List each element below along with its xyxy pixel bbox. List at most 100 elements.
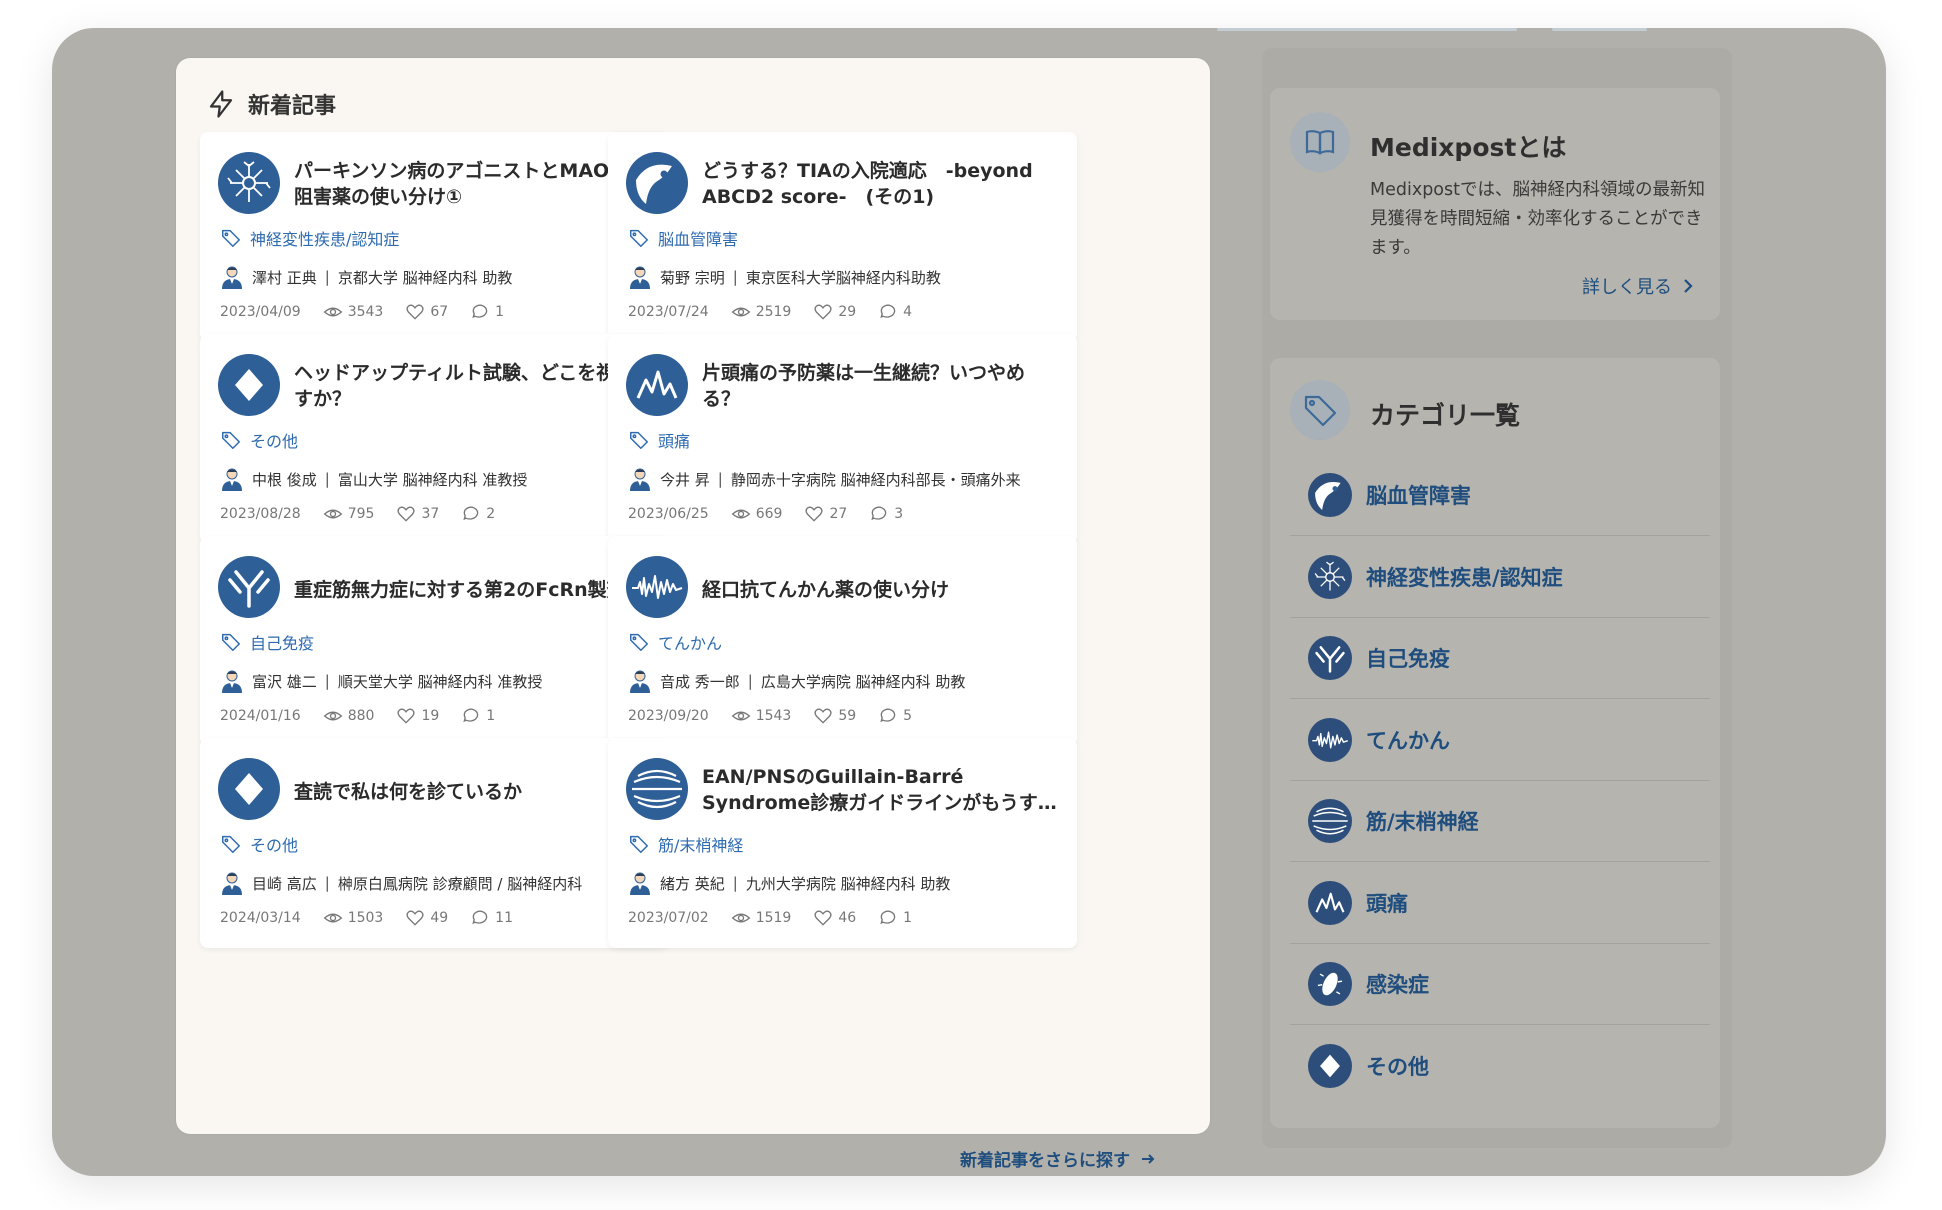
article-title[interactable]: 重症筋無力症に対する第2のFcRn製剤	[294, 577, 649, 603]
eye-icon	[323, 307, 343, 317]
separator: |	[717, 470, 723, 488]
category-badge	[626, 556, 688, 618]
article-date: 2023/08/28	[220, 506, 301, 522]
category-item[interactable]: 神経変性疾患/認知症	[1290, 537, 1710, 618]
bacteria-icon	[1317, 972, 1343, 996]
views-count: 1543	[731, 706, 791, 726]
category-item[interactable]: てんかん	[1290, 700, 1710, 781]
avatar	[630, 266, 650, 289]
comment-icon	[463, 708, 479, 723]
heart-icon	[814, 304, 832, 320]
category-item[interactable]: 頭痛	[1290, 863, 1710, 944]
article-title[interactable]: 片頭痛の予防薬は一生継続？いつやめる？	[702, 360, 1057, 412]
book-icon	[1290, 112, 1350, 172]
category-label: 神経変性疾患/認知症	[1366, 565, 1563, 590]
avatar	[222, 872, 242, 895]
eye-icon	[323, 509, 343, 519]
tag-icon	[222, 835, 240, 853]
heart-icon	[406, 910, 424, 926]
views-count: 669	[731, 504, 783, 524]
article-title[interactable]: どうする？TIAの入院適応 -beyond ABCD2 score- (その1)	[702, 158, 1057, 210]
article-tag[interactable]: 頭痛	[628, 428, 690, 452]
comment-icon	[463, 506, 479, 521]
avatar	[222, 468, 242, 491]
tag-icon	[1290, 380, 1350, 440]
about-title: Medixpostとは	[1370, 133, 1567, 162]
article-title[interactable]: ヘッドアップティルト試験、どこを視ますか？	[294, 360, 649, 412]
category-item[interactable]: その他	[1290, 1026, 1710, 1106]
more-articles-link[interactable]: 新着記事をさらに探す	[960, 1146, 1156, 1171]
category-item[interactable]: 脳血管障害	[1290, 455, 1710, 536]
comments-value: 4	[903, 304, 913, 320]
article-tag[interactable]: 脳血管障害	[628, 226, 738, 250]
article-title[interactable]: EAN/PNSのGuillain-Barré Syndrome診療ガイドラインが…	[702, 764, 1057, 816]
views-value: 669	[755, 506, 783, 522]
author-line: 菊野 宗明 | 東京医科大学脳神経内科助教	[628, 264, 1058, 290]
diamond-icon	[235, 369, 263, 401]
article-meta: 2023/08/28 795 37 2	[220, 504, 495, 524]
comment-icon	[871, 506, 887, 521]
about-more-label: 詳しく見る	[1582, 277, 1672, 298]
category-label: てんかん	[1366, 728, 1450, 753]
separator: |	[324, 874, 330, 892]
about-text: Medixpostでは、脳神経内科領域の最新知見獲得を時間短縮・効率化することが…	[1370, 180, 1705, 258]
category-item[interactable]: 筋/末梢神経	[1290, 781, 1710, 862]
article-card[interactable]: 査読で私は何を診ているか その他 目崎 高広 | 榊原白鳳病院 診療顧問 / 脳神経内科…	[200, 738, 669, 948]
chevron-right-icon	[1684, 279, 1693, 293]
tag-label: 脳血管障害	[658, 230, 739, 249]
article-tag[interactable]: てんかん	[628, 630, 722, 654]
antibody-icon	[1315, 646, 1345, 673]
about-more-link[interactable]: 詳しく見る	[1582, 273, 1694, 299]
article-date: 2023/06/25	[628, 506, 709, 522]
article-tag[interactable]: その他	[220, 832, 298, 856]
comments-value: 1	[903, 910, 913, 926]
neuron-icon	[227, 161, 271, 202]
article-meta: 2024/03/14 1503 49 11	[220, 908, 513, 928]
article-tag[interactable]: その他	[220, 428, 298, 452]
article-tag[interactable]: 神経変性疾患/認知症	[220, 226, 399, 250]
article-date: 2024/01/16	[220, 708, 301, 724]
views-value: 1503	[347, 910, 384, 926]
article-tag[interactable]: 筋/末梢神経	[628, 832, 743, 856]
about-box: Medixpostとは Medixpostでは、脳神経内科領域の最新知見獲得を時…	[1270, 88, 1720, 320]
article-title[interactable]: パーキンソン病のアゴニストとMAO-B阻害薬の使い分け①	[294, 158, 649, 210]
article-title[interactable]: 経口抗てんかん薬の使い分け	[702, 577, 1057, 603]
comment-icon	[472, 304, 488, 319]
author-affiliation: 榊原白鳳病院 診療顧問 / 脳神経内科	[337, 874, 583, 893]
tag-label: てんかん	[658, 634, 723, 653]
article-meta: 2023/07/24 2519 29 4	[628, 302, 912, 322]
article-title[interactable]: 査読で私は何を診ているか	[294, 779, 649, 805]
diamond-icon	[1320, 1054, 1340, 1077]
category-icon	[1308, 799, 1352, 843]
comments-count: 11	[470, 908, 513, 928]
article-meta: 2023/04/09 3543 67 1	[220, 302, 504, 322]
views-count: 880	[323, 706, 374, 726]
article-card[interactable]: ヘッドアップティルト試験、どこを視ますか？ その他 中根 俊成 | 富山大学 脳神経内科…	[200, 334, 669, 544]
article-card[interactable]: 重症筋無力症に対する第2のFcRn製剤 自己免疫 富沢 雄二 | 順天堂大学 脳神経内科…	[200, 536, 669, 746]
article-tag[interactable]: 自己免疫	[220, 630, 314, 654]
author-affiliation: 富山大学 脳神経内科 准教授	[337, 470, 528, 489]
author-affiliation: 広島大学病院 脳神経内科 助教	[760, 672, 966, 691]
comments-value: 2	[486, 506, 496, 522]
category-item[interactable]: 感染症	[1290, 944, 1710, 1025]
article-date: 2023/07/02	[628, 910, 709, 926]
category-label: 感染症	[1366, 973, 1429, 997]
headache-icon	[1315, 892, 1345, 913]
tag-label: 筋/末梢神経	[658, 836, 744, 855]
views-value: 2519	[755, 304, 792, 320]
separator: |	[747, 672, 753, 690]
article-card[interactable]: 経口抗てんかん薬の使い分け てんかん 音成 秀一郎 | 広島大学病院 脳神経内科 助教 2…	[608, 536, 1077, 746]
category-badge	[626, 758, 688, 820]
lightning-icon	[209, 90, 233, 118]
article-card[interactable]: EAN/PNSのGuillain-Barré Syndrome診療ガイドラインが…	[608, 738, 1077, 948]
category-label: 筋/末梢神経	[1366, 810, 1479, 834]
tag-icon	[222, 229, 240, 247]
article-card[interactable]: どうする？TIAの入院適応 -beyond ABCD2 score- (その1)…	[608, 132, 1077, 342]
likes-count: 46	[813, 908, 856, 928]
category-item[interactable]: 自己免疫	[1290, 618, 1710, 699]
comments-value: 3	[894, 506, 904, 522]
likes-value: 29	[838, 304, 857, 320]
tag-icon	[222, 431, 240, 449]
article-card[interactable]: パーキンソン病のアゴニストとMAO-B阻害薬の使い分け① 神経変性疾患/認知症 澤村…	[200, 132, 669, 342]
article-card[interactable]: 片頭痛の予防薬は一生継続？いつやめる？ 頭痛 今井 昇 | 静岡赤十字病院 脳神経内科部…	[608, 334, 1077, 544]
